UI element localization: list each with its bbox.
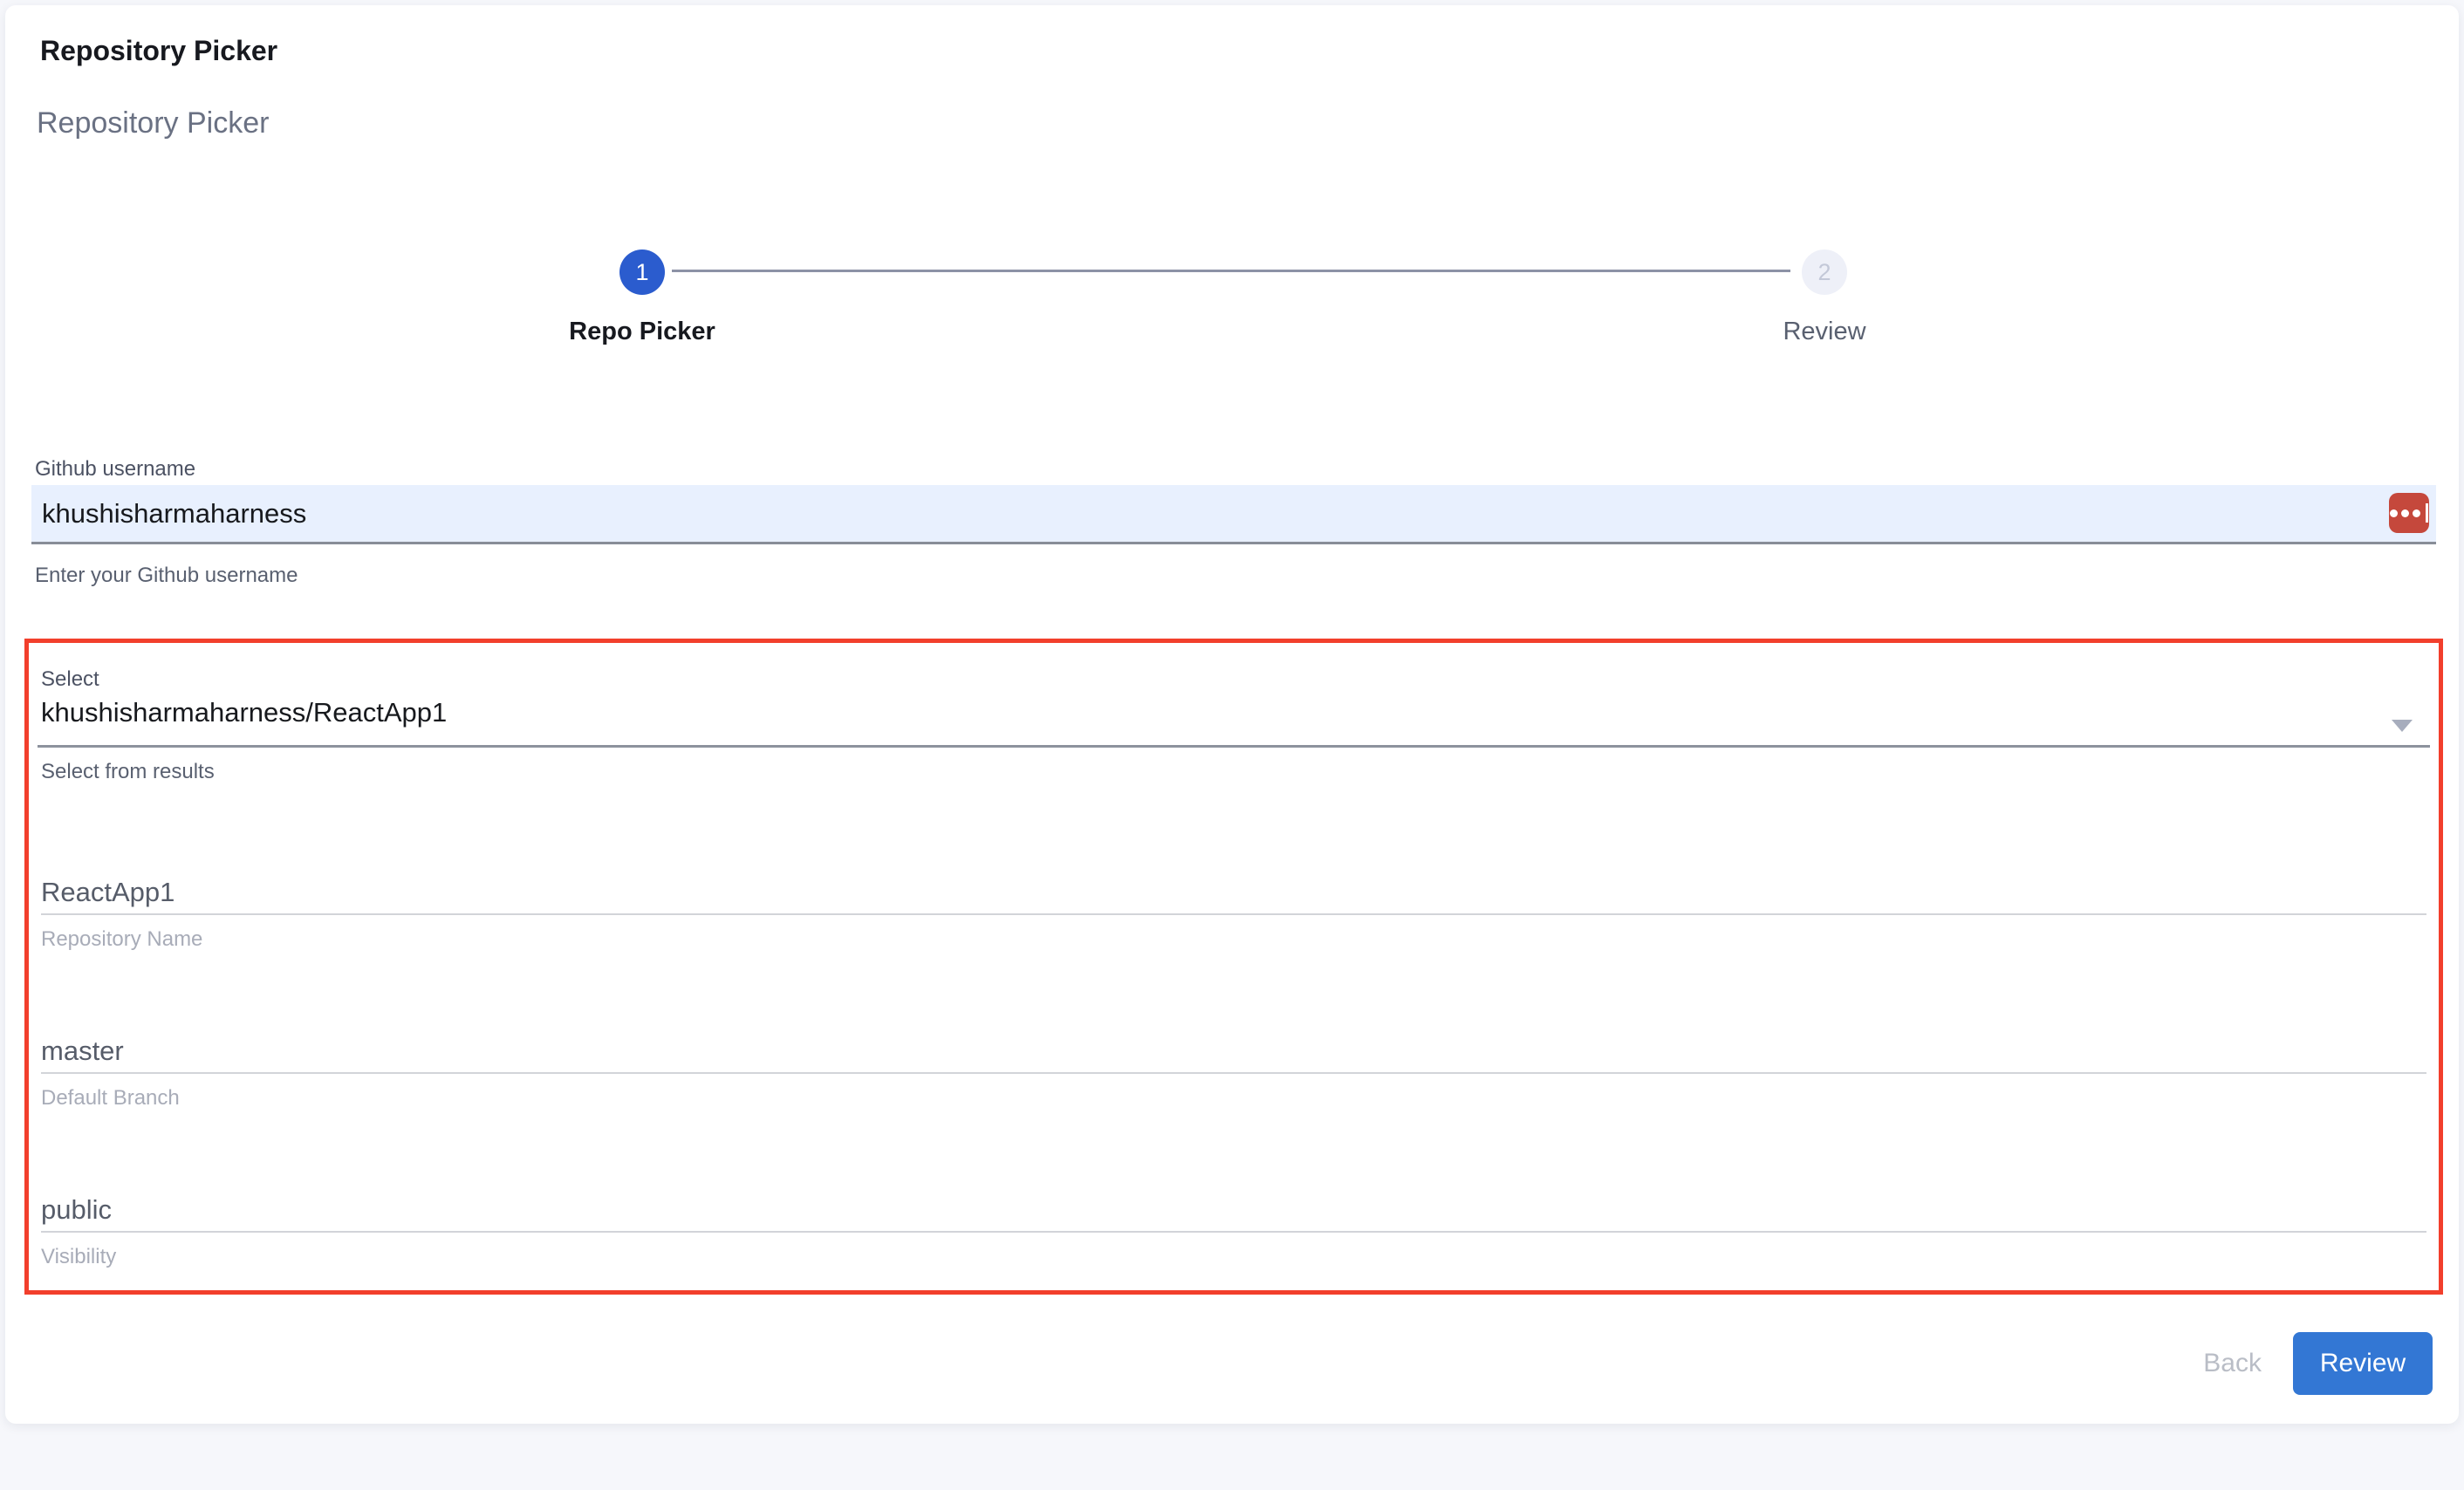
page-title: Repository Picker	[40, 35, 277, 67]
visibility-input[interactable]	[41, 1189, 2426, 1233]
visibility-field: Visibility	[41, 1189, 2426, 1269]
github-username-field	[31, 485, 2436, 544]
default-branch-field: Default Branch	[41, 1030, 2426, 1111]
github-username-helper: Enter your Github username	[35, 564, 298, 588]
repository-name-label: Repository Name	[41, 927, 2426, 952]
step-1-indicator[interactable]: 1	[619, 249, 665, 295]
repository-picker-card: Repository Picker Repository Picker 1 2 …	[5, 5, 2459, 1424]
back-button[interactable]: Back	[2203, 1332, 2262, 1395]
repo-select-label: Select	[41, 667, 99, 692]
step-1-number: 1	[635, 259, 648, 286]
default-branch-input[interactable]	[41, 1030, 2426, 1074]
step-2-label: Review	[1694, 318, 1955, 346]
repo-select-dropdown[interactable]: khushisharmaharness/ReactApp1	[38, 694, 2430, 748]
lastpass-dot	[2401, 509, 2409, 517]
repository-name-field: Repository Name	[41, 871, 2426, 952]
review-button[interactable]: Review	[2293, 1332, 2433, 1395]
lastpass-dot	[2413, 509, 2420, 517]
github-username-label: Github username	[35, 457, 195, 482]
caret-down-icon	[2392, 720, 2413, 732]
repo-select-value: khushisharmaharness/ReactApp1	[41, 697, 447, 728]
repository-name-input[interactable]	[41, 871, 2426, 915]
visibility-label: Visibility	[41, 1245, 2426, 1269]
highlighted-region: Select khushisharmaharness/ReactApp1 Sel…	[24, 639, 2443, 1295]
lastpass-icon[interactable]	[2389, 493, 2429, 533]
default-branch-label: Default Branch	[41, 1086, 2426, 1111]
lastpass-bar	[2426, 503, 2428, 523]
lastpass-dot	[2390, 509, 2398, 517]
step-1-label: Repo Picker	[511, 318, 773, 346]
form-subtitle: Repository Picker	[37, 106, 269, 140]
github-username-input[interactable]	[31, 485, 2436, 544]
step-2-number: 2	[1817, 259, 1831, 286]
step-2-indicator[interactable]: 2	[1802, 249, 1847, 295]
stepper-connector-line	[672, 270, 1790, 272]
repo-select-helper: Select from results	[41, 760, 215, 784]
